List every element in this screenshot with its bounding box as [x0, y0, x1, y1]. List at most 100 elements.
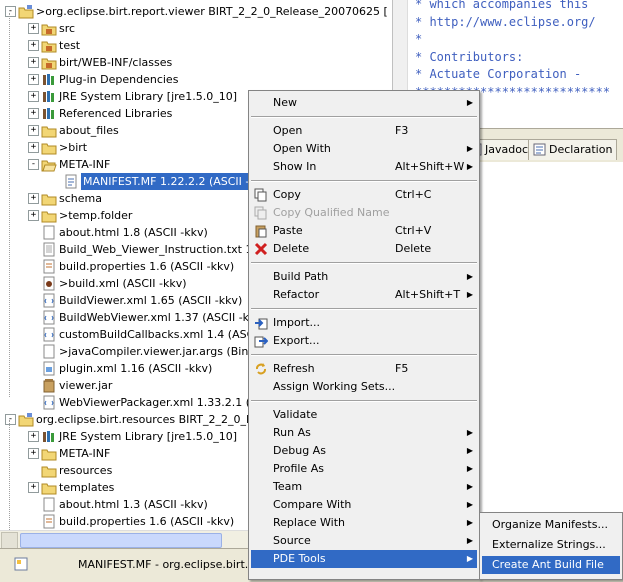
menu-item-shortcut: F3: [395, 124, 409, 137]
menu-item-assign-working-sets[interactable]: Assign Working Sets...: [251, 378, 477, 396]
tree-item-label: Referenced Libraries: [59, 107, 173, 120]
menu-item-validate[interactable]: Validate: [251, 406, 477, 424]
menu-separator: [251, 262, 477, 264]
menu-item-new[interactable]: New ▶: [251, 94, 477, 112]
tree-item-label: WebViewerPackager.xml 1.33.2.1 (ASCII: [59, 396, 279, 409]
menu-item-label: Import...: [273, 316, 320, 329]
tree-item-label: plugin.xml 1.16 (ASCII -kkv): [59, 362, 213, 375]
xml-file-icon: [41, 395, 57, 410]
tree-item-label: build.properties 1.6 (ASCII -kkv): [59, 515, 235, 528]
menu-item-copy[interactable]: Copy Ctrl+C: [251, 186, 477, 204]
menu-item-show-in[interactable]: Show In Alt+Shift+W ▶: [251, 158, 477, 176]
menu-item-replace-with[interactable]: Replace With ▶: [251, 514, 477, 532]
expand-toggle[interactable]: +: [28, 108, 39, 119]
expand-toggle[interactable]: +: [28, 482, 39, 493]
import-icon: [254, 316, 268, 330]
tree-item-label: >birt: [59, 141, 88, 154]
context-menu[interactable]: New ▶ Open F3 Open With ▶ Show In Alt+Shift+W ▶ C…: [248, 90, 480, 580]
menu-item-label: Refactor: [273, 288, 320, 301]
expand-toggle[interactable]: +: [28, 40, 39, 51]
collapse-toggle[interactable]: -: [5, 6, 16, 17]
menu-item-export[interactable]: Export...: [251, 332, 477, 350]
copy-icon: [254, 188, 268, 202]
source-folder-icon: [41, 55, 57, 70]
tree-item-label: >javaCompiler.viewer.jar.args (Bina: [59, 345, 256, 358]
menu-item-team[interactable]: Team ▶: [251, 478, 477, 496]
menu-item-run-as[interactable]: Run As ▶: [251, 424, 477, 442]
menu-item-open[interactable]: Open F3: [251, 122, 477, 140]
expand-toggle[interactable]: +: [28, 125, 39, 136]
submenu-arrow-icon: ▶: [466, 98, 473, 107]
tree-item-label: resources: [59, 464, 113, 477]
menu-item-label: Validate: [273, 408, 318, 421]
code-comment-line: * Actuate Corporation -: [415, 67, 582, 81]
menu-item-source[interactable]: Source ▶: [251, 532, 477, 550]
menu-item-pde-tools[interactable]: PDE Tools ▶: [251, 550, 477, 568]
menu-item-paste[interactable]: Paste Ctrl+V: [251, 222, 477, 240]
tree-item-label: JRE System Library [jre1.5.0_10]: [59, 430, 237, 443]
tree-item[interactable]: - >org.eclipse.birt.report.viewer BIRT_2_…: [0, 3, 392, 20]
tree-item-label: >temp.folder: [59, 209, 133, 222]
folder-icon: [41, 463, 57, 478]
collapse-toggle[interactable]: -: [5, 414, 16, 425]
submenu-item-organize-manifests[interactable]: Organize Manifests...: [482, 516, 620, 534]
project-icon: [18, 412, 34, 427]
refresh-icon: [254, 362, 268, 376]
tree-item[interactable]: + Plug-in Dependencies: [0, 71, 392, 88]
fast-view-icon[interactable]: [14, 557, 30, 573]
menu-item-delete[interactable]: Delete Delete: [251, 240, 477, 258]
submenu-item-externalize-strings[interactable]: Externalize Strings...: [482, 536, 620, 554]
menu-item-open-with[interactable]: Open With ▶: [251, 140, 477, 158]
declaration-icon: [533, 143, 546, 156]
menu-item-profile-as[interactable]: Profile As ▶: [251, 460, 477, 478]
menu-item-label: Refresh: [273, 362, 315, 375]
menu-item-shortcut: Delete: [395, 242, 432, 255]
ant-file-icon: [41, 276, 57, 291]
menu-item-refactor[interactable]: Refactor Alt+Shift+T ▶: [251, 286, 477, 304]
submenu-arrow-icon: ▶: [466, 290, 473, 299]
menu-item-shortcut: F5: [395, 362, 409, 375]
expand-toggle[interactable]: +: [28, 448, 39, 459]
tree-item-label: Build_Web_Viewer_Instruction.txt 1.3: [59, 243, 263, 256]
status-text: MANIFEST.MF - org.eclipse.birt.rep: [78, 558, 267, 571]
tree-item[interactable]: + test: [0, 37, 392, 54]
tab-declaration[interactable]: Declaration: [528, 139, 618, 160]
menu-item-compare-with[interactable]: Compare With ▶: [251, 496, 477, 514]
menu-separator: [251, 308, 477, 310]
folder-icon: [41, 191, 57, 206]
scroll-left-arrow[interactable]: [1, 532, 18, 549]
pde-tools-submenu[interactable]: Organize Manifests... Externalize Strings…: [479, 512, 623, 580]
tree-item[interactable]: + src: [0, 20, 392, 37]
expand-toggle[interactable]: +: [28, 431, 39, 442]
project-icon: [18, 4, 34, 19]
jar-file-icon: [41, 378, 57, 393]
scroll-thumb[interactable]: [20, 533, 222, 548]
menu-separator: [251, 116, 477, 118]
tree-item[interactable]: + birt/WEB-INF/classes: [0, 54, 392, 71]
menu-item-label: Copy Qualified Name: [273, 206, 390, 219]
folder-icon: [41, 140, 57, 155]
library-icon: [41, 72, 57, 87]
tree-item-label: MANIFEST.MF 1.22.2.2 (ASCII -kk: [81, 173, 265, 190]
menu-item-debug-as[interactable]: Debug As ▶: [251, 442, 477, 460]
file-icon: [41, 225, 57, 240]
tree-item-label: viewer.jar: [59, 379, 113, 392]
expand-toggle[interactable]: +: [28, 193, 39, 204]
menu-item-build-path[interactable]: Build Path ▶: [251, 268, 477, 286]
menu-item-label: Open With: [273, 142, 331, 155]
expand-toggle[interactable]: +: [28, 142, 39, 153]
expand-toggle[interactable]: +: [28, 57, 39, 68]
expand-toggle[interactable]: +: [28, 210, 39, 221]
expand-toggle[interactable]: +: [28, 74, 39, 85]
menu-item-label: Show In: [273, 160, 317, 173]
menu-item-refresh[interactable]: Refresh F5: [251, 360, 477, 378]
submenu-item-create-ant-build-file[interactable]: Create Ant Build File: [482, 556, 620, 574]
code-comment-line: *: [415, 32, 423, 46]
folder-open-icon: [41, 157, 57, 172]
menu-item-label: Run As: [273, 426, 311, 439]
expand-toggle[interactable]: +: [28, 23, 39, 34]
collapse-toggle[interactable]: -: [28, 159, 39, 170]
expand-toggle[interactable]: +: [28, 91, 39, 102]
menu-item-import[interactable]: Import...: [251, 314, 477, 332]
tab-label: Declaration: [549, 143, 613, 156]
